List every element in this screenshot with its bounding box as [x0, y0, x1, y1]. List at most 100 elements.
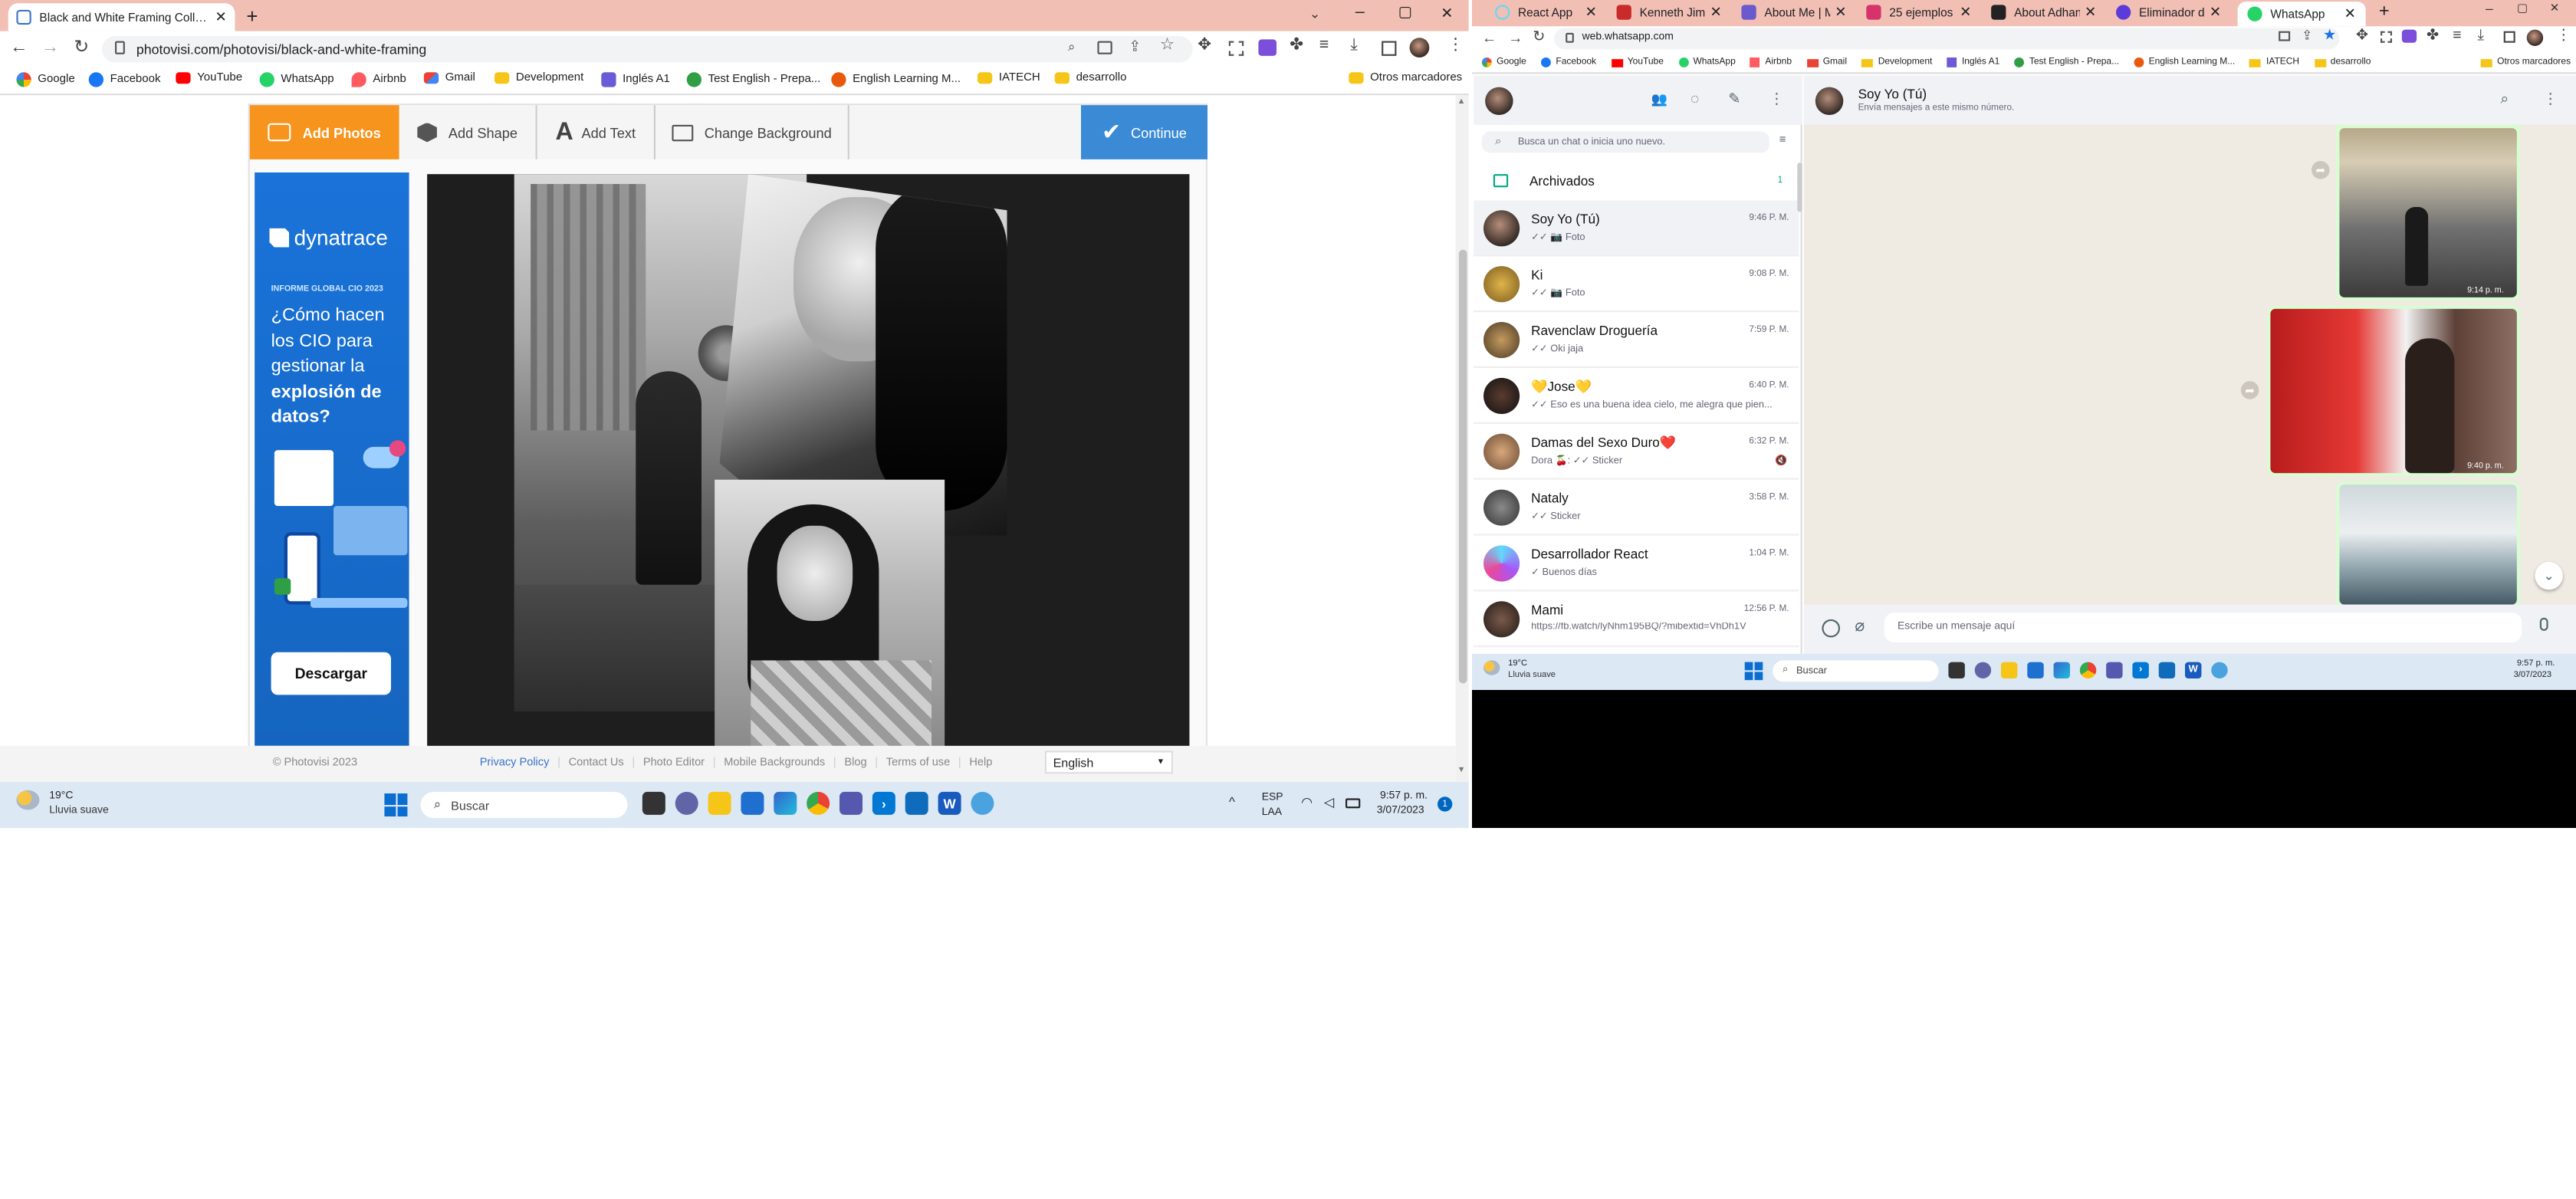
add-text-button[interactable]: A Add Text: [537, 105, 656, 159]
file-explorer-icon[interactable]: [2001, 662, 2018, 678]
right-profile-avatar[interactable]: [2526, 29, 2544, 46]
left-active-tab[interactable]: Black and White Framing Collage ✕: [8, 3, 235, 31]
teams-chat-icon[interactable]: [1974, 662, 1992, 678]
bookmark-desarrollo[interactable]: desarrollo: [1054, 72, 1126, 84]
status-icon[interactable]: ◌: [1691, 90, 1699, 107]
move-icon[interactable]: ✥: [1198, 36, 1211, 54]
profile-avatar[interactable]: [1409, 38, 1430, 57]
right-install-icon[interactable]: [2279, 31, 2291, 41]
right-bookmark-youtube[interactable]: YouTube: [1611, 57, 1664, 67]
right-bookmark-desarrollo[interactable]: desarrollo: [2314, 57, 2371, 67]
media-icon[interactable]: ≡: [1319, 36, 1329, 54]
puzzle-icon[interactable]: ✤: [1290, 36, 1303, 54]
conversation-avatar[interactable]: [1815, 87, 1844, 115]
right-clock-time[interactable]: 9:57 p. m.: [2517, 659, 2555, 668]
omnibox-search-icon[interactable]: ⌕: [1068, 39, 1076, 55]
chat-row[interactable]: Desarrollador React 1:04 P. M. ✓ Buenos …: [1474, 536, 1799, 592]
right-bookmark-star-icon[interactable]: ★: [2323, 26, 2336, 44]
emoji-icon[interactable]: [1822, 619, 1840, 638]
edge-icon[interactable]: [774, 791, 797, 815]
install-icon[interactable]: [1097, 41, 1112, 54]
footer-link-privacy[interactable]: Privacy Policy: [480, 757, 550, 769]
back-icon[interactable]: ←: [10, 38, 28, 57]
tab-close-icon[interactable]: ✕: [1960, 3, 1971, 21]
teams-icon[interactable]: [840, 791, 863, 815]
left-maximize-button[interactable]: ▢: [1398, 3, 1412, 21]
tab-close-icon[interactable]: ✕: [1710, 3, 1721, 21]
forward-icon[interactable]: ➦: [2240, 381, 2259, 399]
right-bookmark-test-english[interactable]: Test English - Prepa...: [2014, 57, 2119, 67]
right-bookmark-gmail[interactable]: Gmail: [1806, 57, 1847, 67]
right-tab-react-app[interactable]: React App ✕: [1485, 0, 1607, 25]
right-weather-temp[interactable]: 19°C: [1508, 659, 1527, 668]
archived-row[interactable]: [1474, 163, 1799, 199]
right-tab-eliminador[interactable]: Eliminador de fond...✕: [2106, 0, 2231, 25]
bookmark-gmail[interactable]: Gmail: [423, 72, 475, 84]
left-url[interactable]: photovisi.com/photovisi/black-and-white-…: [136, 41, 426, 57]
tab-search-icon[interactable]: ⌄: [1309, 7, 1320, 21]
reload-icon[interactable]: ↻: [74, 36, 89, 57]
right-bookmark-development[interactable]: Development: [1861, 57, 1932, 67]
chrome-icon[interactable]: [807, 791, 830, 815]
tab-close-icon[interactable]: ✕: [2210, 3, 2221, 21]
filter-icon[interactable]: ≡: [1779, 135, 1786, 146]
right-minimize-button[interactable]: –: [2486, 2, 2493, 16]
wifi-icon[interactable]: ◠: [1301, 795, 1313, 810]
right-menu-icon[interactable]: ⋮: [2556, 26, 2571, 44]
right-weather-desc[interactable]: Lluvia suave: [1508, 670, 1556, 680]
right-bookmark-ingles[interactable]: Inglés A1: [1947, 57, 1999, 67]
word-icon[interactable]: W: [938, 791, 961, 815]
input-lang-1[interactable]: ESP: [1262, 792, 1283, 803]
chrome-icon[interactable]: [2079, 662, 2097, 678]
bookmark-facebook[interactable]: Facebook: [88, 72, 160, 87]
right-maximize-button[interactable]: ▢: [2517, 2, 2528, 15]
right-bookmark-other[interactable]: Otros marcadores: [2480, 57, 2571, 67]
chat-row[interactable]: Damas del Sexo Duro❤️ 6:32 P. M. Dora 🍒:…: [1474, 424, 1799, 480]
teams-icon[interactable]: [2106, 662, 2123, 678]
scroll-up-arrow[interactable]: ▲: [1457, 97, 1466, 107]
download-icon[interactable]: ⤓: [1350, 36, 1357, 54]
right-weather-icon[interactable]: [1483, 660, 1500, 675]
right-screenshot-icon[interactable]: [2380, 31, 2392, 43]
chat-row[interactable]: Mami 12:56 P. M. https://fb.watch/lyNhm1…: [1474, 591, 1799, 648]
ad-cta-button[interactable]: Descargar: [271, 652, 391, 695]
collage-canvas[interactable]: [427, 174, 1190, 747]
share-icon[interactable]: ⇪: [1129, 38, 1141, 56]
image-message[interactable]: 9:40 p. m.: [2267, 305, 2521, 477]
tab-close-icon[interactable]: ✕: [1835, 3, 1846, 21]
right-bookmark-facebook[interactable]: Facebook: [1541, 57, 1596, 67]
right-tab-adham[interactable]: About Adham Dan...✕: [1981, 0, 2106, 25]
right-close-button[interactable]: ✕: [2550, 2, 2560, 15]
chat-row[interactable]: Nataly 3:58 P. M. ✓✓ Sticker: [1474, 480, 1799, 536]
chat-row[interactable]: 💛Jose💛 6:40 P. M. ✓✓ Eso es una buena id…: [1474, 368, 1799, 424]
forward-icon[interactable]: →: [41, 38, 60, 57]
input-lang-2[interactable]: LAA: [1262, 806, 1282, 818]
bookmark-google[interactable]: Google: [16, 72, 75, 87]
right-taskbar-search[interactable]: ⌕ Buscar: [1773, 660, 1939, 682]
page-scrollbar-thumb[interactable]: [1458, 249, 1467, 684]
settings-gear-icon[interactable]: [971, 791, 994, 815]
volume-icon[interactable]: ◁: [1324, 795, 1334, 810]
task-view-icon[interactable]: [1948, 662, 1965, 678]
task-view-icon[interactable]: [642, 791, 665, 815]
communities-icon[interactable]: 👥: [1651, 92, 1668, 107]
tab-close-icon[interactable]: ✕: [2085, 3, 2096, 21]
conversation-title[interactable]: Soy Yo (Tú): [1858, 87, 1927, 102]
store-icon[interactable]: [741, 791, 764, 815]
vscode-icon[interactable]: ›: [872, 791, 895, 815]
footer-link-help[interactable]: Help: [969, 757, 992, 769]
wa-search-input[interactable]: ⌕ Busca un chat o inicia uno nuevo.: [1481, 131, 1769, 153]
new-chat-icon[interactable]: ✎: [1728, 90, 1740, 109]
mail-icon[interactable]: [905, 791, 928, 815]
right-forward-icon[interactable]: →: [1508, 30, 1523, 46]
dynatrace-ad[interactable]: dynatrace INFORME GLOBAL CIO 2023 ¿Cómo …: [255, 172, 409, 746]
clock-time[interactable]: 9:57 p. m.: [1380, 790, 1428, 802]
right-bookmark-iatech[interactable]: IATECH: [2249, 57, 2299, 67]
right-tab-max[interactable]: About Me | Max B...✕: [1732, 0, 1857, 25]
tab-close-icon[interactable]: ✕: [1585, 3, 1597, 21]
right-lock-icon[interactable]: [1566, 32, 1574, 43]
microphone-icon[interactable]: [2539, 617, 2548, 631]
right-reload-icon[interactable]: ↻: [1533, 28, 1545, 46]
chat-row[interactable]: Soy Yo (Tú) 9:46 P. M. ✓✓ 📷 Foto: [1474, 200, 1799, 257]
add-shape-button[interactable]: Add Shape: [399, 105, 537, 159]
